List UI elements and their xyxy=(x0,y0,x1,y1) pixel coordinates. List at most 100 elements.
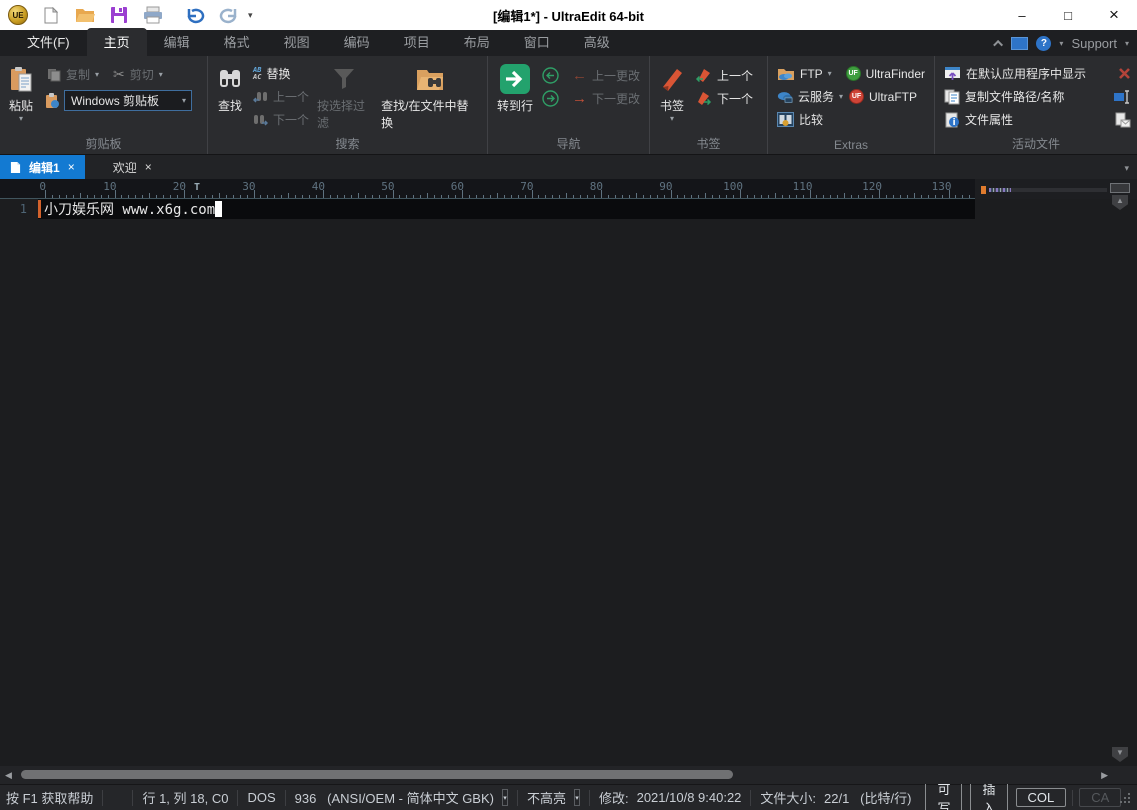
minimap-text-speck xyxy=(989,188,1011,192)
horizontal-scrollbar[interactable]: ◀ ▶ xyxy=(0,766,1137,784)
menu-tab-project[interactable]: 项目 xyxy=(387,28,447,56)
copy-file-path-button[interactable]: 复制文件路径/名称 xyxy=(941,85,1067,108)
print-button[interactable] xyxy=(142,4,164,26)
bookmark-button[interactable]: 书签 ▾ xyxy=(654,61,690,124)
open-file-button[interactable] xyxy=(74,4,96,26)
find-in-files-label: 查找/在文件中替换 xyxy=(381,97,478,131)
find-button[interactable]: 查找 xyxy=(212,61,248,116)
replace-button[interactable]: ABAC 替换 xyxy=(250,62,312,85)
status-highlight-mode[interactable]: 不高亮 xyxy=(527,788,566,807)
bookmark-prev-button[interactable]: 上一个 xyxy=(692,64,756,87)
copy-button[interactable]: 复制 ▾ xyxy=(44,63,102,86)
nav-back-icon[interactable] xyxy=(542,67,559,84)
tab-edit1[interactable]: 编辑1 × xyxy=(0,155,85,179)
maximize-button[interactable]: □ xyxy=(1045,0,1091,30)
show-in-default-app-label: 在默认应用程序中显示 xyxy=(966,65,1086,82)
menu-tab-encoding[interactable]: 编码 xyxy=(327,28,387,56)
prev-change-button[interactable]: ← 上一更改 xyxy=(569,64,643,87)
vertical-scrollbar-thumb[interactable] xyxy=(1110,183,1130,193)
save-button[interactable] xyxy=(108,4,130,26)
cut-button[interactable]: ✂ 剪切 ▾ xyxy=(110,63,166,86)
horizontal-scrollbar-thumb[interactable] xyxy=(21,770,733,779)
paste-button[interactable]: 粘贴 ▾ xyxy=(4,61,38,124)
highlight-dropdown-icon[interactable]: ▾ xyxy=(574,789,580,806)
find-in-files-button[interactable]: 查找/在文件中替换 xyxy=(376,61,483,133)
goto-line-label: 转到行 xyxy=(497,97,533,114)
ruler-tick xyxy=(775,193,776,198)
scroll-right-icon[interactable]: ▶ xyxy=(1101,770,1108,781)
menu-tab-view[interactable]: 视图 xyxy=(267,28,327,56)
compare-label: 比较 xyxy=(799,111,823,128)
menu-tab-edit[interactable]: 编辑 xyxy=(147,28,207,56)
new-file-icon xyxy=(44,7,58,24)
status-line-ending[interactable]: DOS xyxy=(247,790,275,805)
status-cursor-position[interactable]: 行 1, 列 18, C0 xyxy=(142,788,228,807)
menu-tab-home[interactable]: 主页 xyxy=(87,28,147,56)
close-file-icon[interactable] xyxy=(1118,67,1131,80)
redo-button[interactable] xyxy=(218,4,240,26)
file-properties-button[interactable]: 文件属性 xyxy=(941,108,1016,131)
bookmark-prev-label: 上一个 xyxy=(717,67,753,84)
compare-button[interactable]: 比较 xyxy=(774,108,826,131)
resize-grip[interactable] xyxy=(1127,792,1131,804)
ruler-cursor-marker: T xyxy=(194,182,200,193)
ruler-tick xyxy=(768,195,769,198)
scroll-up-icon: ▲ xyxy=(1116,195,1124,206)
ftp-button[interactable]: FTP ▾ xyxy=(774,62,843,85)
rename-file-icon[interactable] xyxy=(1113,90,1131,104)
replace-icon: ABAC xyxy=(253,67,261,81)
toolbar-mode-icon[interactable] xyxy=(1011,37,1028,50)
show-in-default-app-button[interactable]: 在默认应用程序中显示 xyxy=(941,62,1089,85)
new-file-button[interactable] xyxy=(40,4,62,26)
support-menu[interactable]: Support xyxy=(1071,36,1117,51)
ruler-tick xyxy=(267,195,268,198)
help-caret-icon[interactable]: ▾ xyxy=(1059,39,1063,48)
collapse-ribbon-icon[interactable] xyxy=(994,39,1004,49)
ruler-tick xyxy=(177,195,178,198)
ruler-number: 40 xyxy=(312,180,325,193)
menu-tab-window[interactable]: 窗口 xyxy=(507,28,567,56)
find-prev-button[interactable]: 上一个 xyxy=(250,85,312,108)
ruler-tick xyxy=(587,195,588,198)
tab-list-caret-icon[interactable]: ▾ xyxy=(1124,163,1129,174)
cloud-services-button[interactable]: 云服务 ▾ xyxy=(774,85,846,108)
tab-welcome[interactable]: 欢迎 × xyxy=(103,155,162,179)
ultrafinder-button[interactable]: UF UltraFinder xyxy=(843,62,928,85)
ultraftp-button[interactable]: UF UltraFTP xyxy=(846,85,920,108)
support-caret-icon[interactable]: ▾ xyxy=(1125,39,1129,48)
encoding-dropdown-icon[interactable]: ▾ xyxy=(502,789,508,806)
qat-customize-caret-icon[interactable]: ▾ xyxy=(248,10,253,21)
send-by-email-icon[interactable] xyxy=(1115,112,1131,128)
find-next-button[interactable]: 下一个 xyxy=(250,108,312,131)
minimize-button[interactable]: – xyxy=(999,0,1045,30)
find-next-label: 下一个 xyxy=(273,111,309,128)
ruler-tick xyxy=(559,195,560,198)
ruler-number: 30 xyxy=(242,180,255,193)
prev-change-label: 上一更改 xyxy=(592,67,640,84)
editor-area[interactable]: 1 小刀娱乐网 www.x6g.com xyxy=(0,199,1137,766)
status-encoding[interactable]: 936 (ANSI/OEM - 简体中文 GBK) xyxy=(295,788,494,807)
tab-edit1-close-icon[interactable]: × xyxy=(68,160,75,174)
ruler-tick xyxy=(233,195,234,198)
undo-button[interactable] xyxy=(184,4,206,26)
goto-line-button[interactable]: 转到行 xyxy=(492,61,538,116)
filter-by-selection-button[interactable]: 按选择过滤 xyxy=(312,61,376,133)
nav-forward-icon[interactable] xyxy=(542,90,559,107)
ruler-tick xyxy=(156,195,157,198)
menu-tab-advanced[interactable]: 高级 xyxy=(567,28,627,56)
clipboard-combo[interactable]: Windows 剪贴板 ▾ xyxy=(64,90,192,111)
ruler-number: 90 xyxy=(659,180,672,193)
column-mode-toggle[interactable]: COL xyxy=(1016,788,1067,807)
menu-tab-layout[interactable]: 布局 xyxy=(447,28,507,56)
help-icon[interactable]: ? xyxy=(1036,36,1051,51)
cut-label: 剪切 xyxy=(130,66,154,83)
menu-tab-format[interactable]: 格式 xyxy=(207,28,267,56)
menu-tab-file[interactable]: 文件(F) xyxy=(10,28,87,56)
scroll-left-icon[interactable]: ◀ xyxy=(5,770,12,781)
bookmark-next-button[interactable]: 下一个 xyxy=(692,87,756,110)
quick-access-toolbar: UE ▾ xyxy=(0,4,253,26)
close-button[interactable]: × xyxy=(1091,0,1137,30)
next-change-button[interactable]: → 下一更改 xyxy=(569,87,643,110)
ruler-tick xyxy=(504,195,505,198)
tab-welcome-close-icon[interactable]: × xyxy=(145,160,152,174)
